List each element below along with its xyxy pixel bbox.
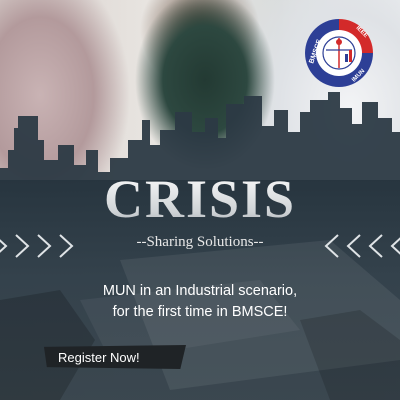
tagline: MUN in an Industrial scenario, for the f…: [0, 281, 400, 323]
bmsce-ieee-imun-logo: BMSCE IEEE IMUN: [305, 19, 373, 87]
chevrons-right-icon: [324, 234, 400, 258]
poster: BMSCE IEEE IMUN CRISIS --Sharing Solutio…: [0, 0, 400, 400]
crisis-title: CRISIS: [0, 168, 400, 230]
tagline-line-2: for the first time in BMSCE!: [112, 304, 288, 320]
register-now-button[interactable]: Register Now!: [44, 345, 186, 369]
tagline-line-1: MUN in an Industrial scenario,: [102, 283, 298, 299]
